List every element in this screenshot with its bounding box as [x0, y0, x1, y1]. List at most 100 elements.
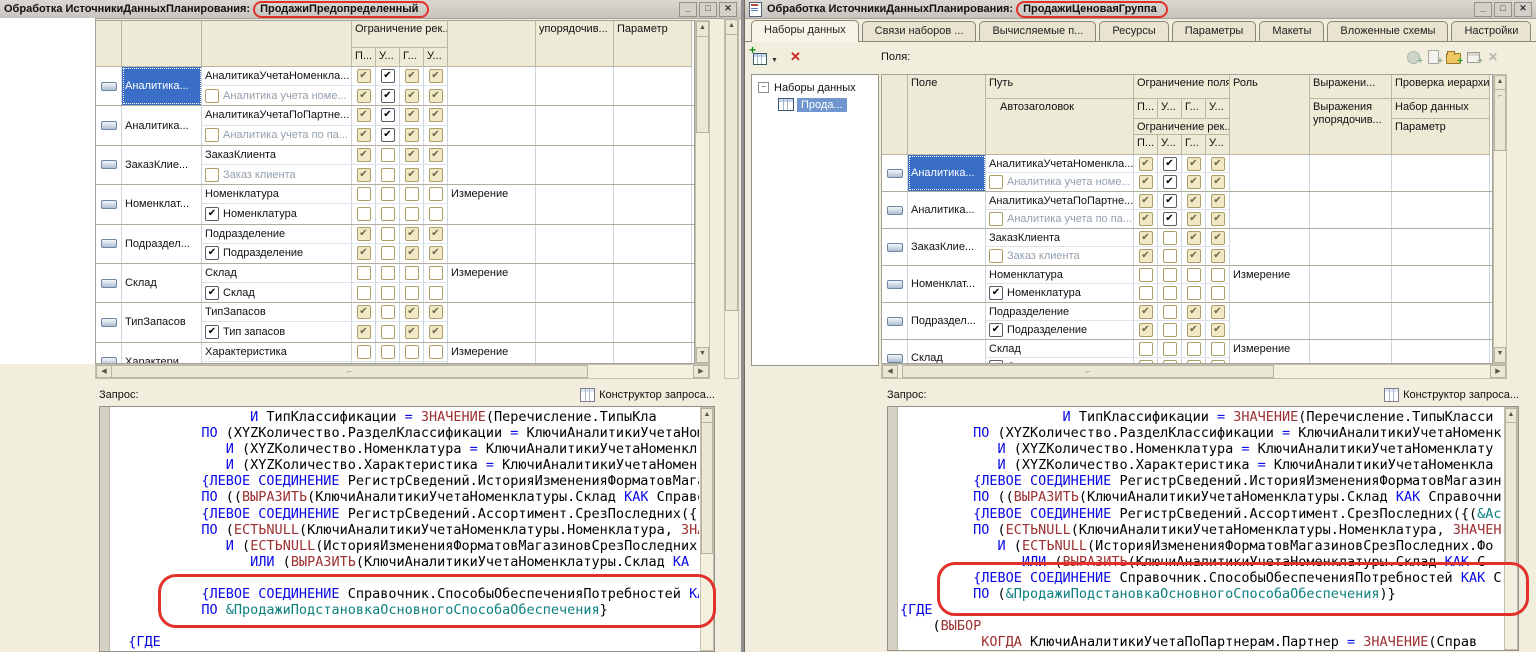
- restriction-cell[interactable]: [400, 283, 424, 302]
- checkbox[interactable]: [429, 345, 443, 359]
- tab-1[interactable]: Наборы данных: [751, 20, 859, 42]
- column-header-u2[interactable]: У...: [424, 48, 448, 67]
- checkbox[interactable]: [405, 345, 419, 359]
- field-path-cell[interactable]: Номенклатура: [202, 185, 352, 204]
- field-name-cell[interactable]: Склад: [122, 264, 202, 302]
- checkbox[interactable]: [1163, 231, 1177, 245]
- minimize-button[interactable]: _: [679, 2, 697, 17]
- column-header-field-restriction[interactable]: Ограничение поля: [1134, 75, 1230, 99]
- checkbox[interactable]: [1163, 212, 1177, 226]
- checkbox[interactable]: [205, 128, 219, 142]
- fields-table[interactable]: Ограничение рек... П... У... Г... У... у…: [95, 20, 695, 364]
- query-editor[interactable]: И ТипКлассификации = ЗНАЧЕНИЕ(Перечислен…: [99, 406, 715, 652]
- scrollbar-thumb[interactable]: [725, 34, 738, 311]
- restriction-cell[interactable]: [1182, 340, 1206, 358]
- column-header-field[interactable]: Поле: [908, 75, 986, 155]
- restriction-cell[interactable]: [352, 165, 376, 184]
- checkbox[interactable]: [1139, 157, 1153, 171]
- checkbox[interactable]: [1139, 305, 1153, 319]
- checkbox[interactable]: [989, 249, 1003, 263]
- checkbox[interactable]: [357, 69, 371, 83]
- scroll-down-icon[interactable]: ▼: [1494, 347, 1506, 363]
- checkbox[interactable]: [205, 207, 219, 221]
- checkbox[interactable]: [405, 168, 419, 182]
- fields-table[interactable]: Поле Путь Автозаголовок Ограничение поля…: [881, 74, 1493, 364]
- delete-dataset-icon[interactable]: ✕: [790, 49, 801, 65]
- checkbox[interactable]: [357, 305, 371, 319]
- restriction-cell[interactable]: [352, 204, 376, 223]
- restriction-cell[interactable]: [352, 283, 376, 302]
- scrollbar-thumb[interactable]: [701, 422, 713, 554]
- restriction-cell[interactable]: [376, 303, 400, 322]
- restriction-cell[interactable]: [400, 126, 424, 145]
- field-name-cell[interactable]: Характери...: [122, 343, 202, 364]
- restriction-cell[interactable]: [352, 126, 376, 145]
- checkbox[interactable]: [429, 89, 443, 103]
- restriction-cell[interactable]: [400, 165, 424, 184]
- scrollbar-thumb[interactable]: [1494, 89, 1506, 151]
- restriction-cell[interactable]: [1206, 266, 1230, 284]
- restriction-cell[interactable]: [1158, 340, 1182, 358]
- field-row[interactable]: Аналитика...АналитикаУчетаНоменкла...Ана…: [96, 67, 694, 106]
- close-button[interactable]: ✕: [1514, 2, 1532, 17]
- titlebar-right[interactable]: Обработка ИсточникиДанныхПланирования: П…: [745, 0, 1536, 19]
- hierarchy-cell[interactable]: [1392, 303, 1490, 339]
- restriction-cell[interactable]: [376, 204, 400, 223]
- checkbox[interactable]: [1139, 286, 1153, 300]
- column-header-p[interactable]: П...: [352, 48, 376, 67]
- restriction-cell[interactable]: [1134, 321, 1158, 339]
- field-autoheader-cell[interactable]: Заказ клиента: [986, 247, 1134, 265]
- scroll-right-icon[interactable]: ▶: [693, 365, 709, 378]
- restriction-cell[interactable]: [1134, 266, 1158, 284]
- field-path-cell[interactable]: АналитикаУчетаНоменкла...: [202, 67, 352, 86]
- field-name-cell[interactable]: ЗаказКлие...: [122, 146, 202, 184]
- restriction-cell[interactable]: [1158, 210, 1182, 228]
- role-cell[interactable]: [1230, 155, 1310, 191]
- checkbox[interactable]: [1139, 323, 1153, 337]
- column-header-parameter[interactable]: Параметр: [1392, 119, 1490, 155]
- restriction-cell[interactable]: [1134, 192, 1158, 210]
- checkbox[interactable]: [1187, 323, 1201, 337]
- checkbox[interactable]: [429, 227, 443, 241]
- maximize-button[interactable]: □: [1494, 2, 1512, 17]
- field-name-cell[interactable]: Аналитика...: [908, 155, 986, 191]
- restriction-cell[interactable]: [424, 283, 448, 302]
- fields-horizontal-scrollbar[interactable]: ◀ ▶: [881, 364, 1507, 379]
- restriction-cell[interactable]: [352, 244, 376, 263]
- restriction-cell[interactable]: [1206, 303, 1230, 321]
- checkbox[interactable]: [357, 227, 371, 241]
- checkbox[interactable]: [205, 168, 219, 182]
- restriction-cell[interactable]: [352, 146, 376, 165]
- checkbox[interactable]: [1139, 212, 1153, 226]
- restriction-cell[interactable]: [1182, 321, 1206, 339]
- tab-7[interactable]: Вложенные схемы: [1327, 21, 1448, 41]
- field-row[interactable]: Аналитика...АналитикаУчетаПоПартне...Ана…: [882, 192, 1492, 229]
- restriction-cell[interactable]: [424, 185, 448, 204]
- field-name-cell[interactable]: Подраздел...: [908, 303, 986, 339]
- field-name-cell[interactable]: Номенклат...: [908, 266, 986, 302]
- checkbox[interactable]: [357, 148, 371, 162]
- checkbox[interactable]: [1163, 305, 1177, 319]
- maximize-button[interactable]: □: [699, 2, 717, 17]
- delete-field-icon[interactable]: ✕: [1485, 49, 1502, 65]
- column-header-expression-order[interactable]: Выражения упорядочив...: [1310, 99, 1392, 155]
- restriction-cell[interactable]: [1206, 210, 1230, 228]
- field-row[interactable]: СкладСкладСкладИзмерение: [96, 264, 694, 303]
- restriction-cell[interactable]: [400, 322, 424, 341]
- hierarchy-cell[interactable]: [1392, 340, 1490, 364]
- checkbox[interactable]: [381, 325, 395, 339]
- checkbox[interactable]: [1163, 175, 1177, 189]
- restriction-cell[interactable]: [352, 322, 376, 341]
- field-row[interactable]: Аналитика...АналитикаУчетаПоПартне...Ана…: [96, 106, 694, 145]
- restriction-cell[interactable]: [352, 343, 376, 362]
- hierarchy-cell[interactable]: [614, 264, 692, 302]
- expression-cell[interactable]: [536, 303, 614, 341]
- field-name-cell[interactable]: Подраздел...: [122, 225, 202, 263]
- restriction-cell[interactable]: [376, 343, 400, 362]
- role-cell[interactable]: [1230, 303, 1310, 339]
- checkbox[interactable]: [381, 108, 395, 122]
- checkbox[interactable]: [381, 168, 395, 182]
- field-autoheader-cell[interactable]: Аналитика учета номе...: [986, 173, 1134, 191]
- query-constructor-link[interactable]: Конструктор запроса...: [1384, 388, 1519, 402]
- field-name-cell[interactable]: ЗаказКлие...: [908, 229, 986, 265]
